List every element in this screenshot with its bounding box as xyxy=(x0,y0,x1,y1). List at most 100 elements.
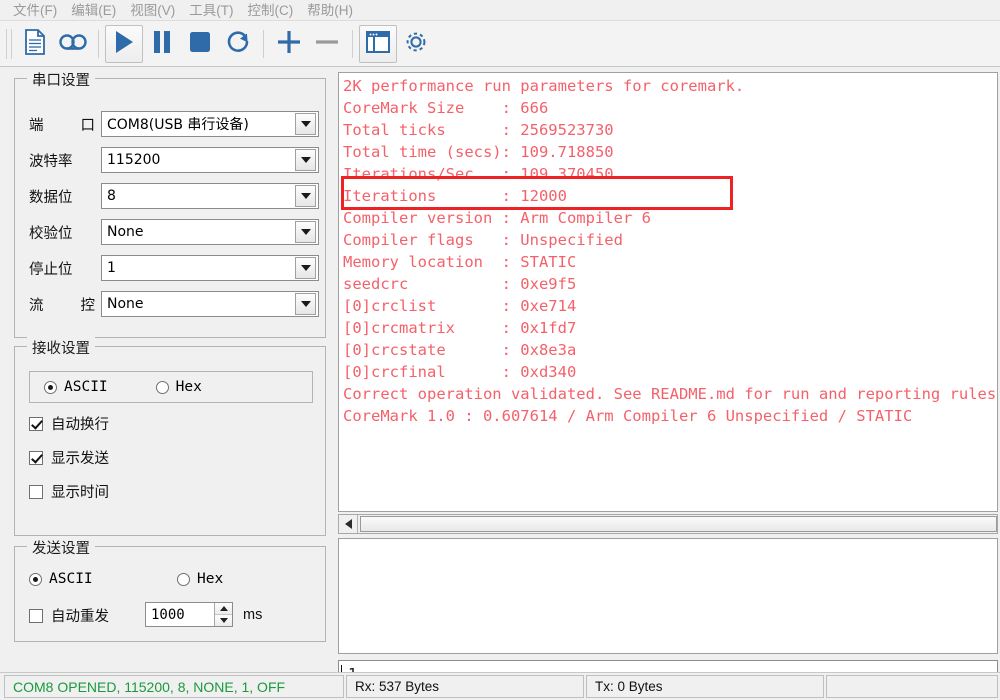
stopbits-chevron-down-icon[interactable] xyxy=(295,257,316,279)
terminal-panel: 2K performance run parameters for corema… xyxy=(336,68,1000,688)
menu-bar: 文件(F) 编辑(E) 视图(V) 工具(T) 控制(C) 帮助(H) xyxy=(0,0,1000,21)
show-send-checkbox[interactable]: 显示发送 xyxy=(29,447,109,468)
scroll-left-icon[interactable] xyxy=(339,515,358,533)
toolbar-separator-1 xyxy=(98,29,99,58)
port-chevron-down-icon[interactable] xyxy=(295,113,316,135)
terminal-output[interactable]: 2K performance run parameters for corema… xyxy=(338,72,998,512)
baud-label: 波特率 xyxy=(29,153,73,170)
pause-button[interactable] xyxy=(143,25,181,63)
toolbar-separator-2 xyxy=(263,29,264,58)
databits-value: 8 xyxy=(107,188,116,204)
send-ascii-label: ASCII xyxy=(49,571,93,587)
send-ascii-radio[interactable]: ASCII xyxy=(29,571,93,587)
status-tx-bytes: Tx: 0 Bytes xyxy=(586,675,824,698)
resend-interval-buttons[interactable] xyxy=(214,603,232,626)
pause-icon xyxy=(151,29,173,58)
settings-panel: 串口设置 端口 COM8(USB 串行设备) 波特率 115200 数据位 8 xyxy=(0,68,336,672)
stopbits-combo[interactable]: 1 xyxy=(101,255,319,281)
status-bar: COM8 OPENED, 115200, 8, NONE, 1, OFF Rx:… xyxy=(0,672,1000,700)
window-layout-icon xyxy=(365,30,391,57)
send-settings-group: 发送设置 ASCII Hex 自动重发 1000 ms xyxy=(14,537,326,642)
send-textarea[interactable] xyxy=(338,538,998,654)
parity-chevron-down-icon[interactable] xyxy=(295,221,316,243)
status-spacer xyxy=(826,675,998,698)
gear-icon xyxy=(402,28,430,59)
databits-label: 数据位 xyxy=(29,189,73,206)
flowcontrol-value: None xyxy=(107,296,144,312)
document-icon xyxy=(23,29,47,58)
port-label: 端口 xyxy=(29,117,95,134)
record-icon xyxy=(58,32,88,55)
port-value: COM8(USB 串行设备) xyxy=(107,117,249,133)
port-combo[interactable]: COM8(USB 串行设备) xyxy=(101,111,319,137)
receive-ascii-radio-dot xyxy=(44,380,57,394)
toolbar-separator-3 xyxy=(352,29,353,58)
databits-row: 数据位 8 xyxy=(29,183,319,209)
add-button[interactable] xyxy=(270,25,308,63)
remove-button xyxy=(308,25,346,63)
play-icon xyxy=(112,29,136,58)
show-time-checkbox[interactable]: 显示时间 xyxy=(29,481,109,502)
auto-resend-checkbox[interactable]: 自动重发 xyxy=(29,605,109,626)
plus-icon xyxy=(275,28,303,59)
port-row: 端口 COM8(USB 串行设备) xyxy=(29,111,319,137)
send-hex-label: Hex xyxy=(197,571,224,587)
show-send-label: 显示发送 xyxy=(51,451,109,467)
settings-button[interactable] xyxy=(397,25,435,63)
show-time-check-icon xyxy=(29,484,43,499)
document-button[interactable] xyxy=(16,25,54,63)
refresh-button[interactable] xyxy=(219,25,257,63)
databits-combo[interactable]: 8 xyxy=(101,183,319,209)
baud-value: 115200 xyxy=(107,152,161,168)
menu-edit[interactable]: 编辑(E) xyxy=(64,0,123,21)
receive-hex-radio[interactable]: Hex xyxy=(155,379,202,395)
menu-control[interactable]: 控制(C) xyxy=(241,0,301,21)
receive-ascii-radio[interactable]: ASCII xyxy=(44,379,108,395)
databits-chevron-down-icon[interactable] xyxy=(295,185,316,207)
play-button[interactable] xyxy=(105,24,143,63)
menu-view[interactable]: 视图(V) xyxy=(123,0,182,21)
parity-combo[interactable]: None xyxy=(101,219,319,245)
main-area: 串口设置 端口 COM8(USB 串行设备) 波特率 115200 数据位 8 xyxy=(0,68,1000,688)
flowcontrol-combo[interactable]: None xyxy=(101,291,319,317)
stop-icon xyxy=(188,29,212,58)
menu-file[interactable]: 文件(F) xyxy=(6,0,64,21)
serial-settings-group: 串口设置 端口 COM8(USB 串行设备) 波特率 115200 数据位 8 xyxy=(14,69,326,338)
stepper-up-icon[interactable] xyxy=(215,603,232,614)
record-button[interactable] xyxy=(54,25,92,63)
resend-interval-stepper[interactable]: 1000 xyxy=(145,602,233,627)
auto-wrap-checkbox[interactable]: 自动换行 xyxy=(29,413,109,434)
scrollbar-thumb[interactable] xyxy=(360,516,997,532)
stop-button[interactable] xyxy=(181,25,219,63)
window-layout-button[interactable] xyxy=(359,24,397,63)
receive-hex-radio-dot xyxy=(155,380,169,394)
refresh-icon xyxy=(225,29,251,58)
auto-wrap-label: 自动换行 xyxy=(51,417,109,433)
menu-tools[interactable]: 工具(T) xyxy=(182,0,240,21)
stopbits-row: 停止位 1 xyxy=(29,255,319,281)
send-ascii-radio-dot xyxy=(29,572,42,586)
baud-row: 波特率 115200 xyxy=(29,147,319,173)
toolbar-grip[interactable] xyxy=(6,28,12,59)
stepper-down-icon[interactable] xyxy=(215,614,232,626)
status-rx-bytes: Rx: 537 Bytes xyxy=(346,675,584,698)
baud-combo[interactable]: 115200 xyxy=(101,147,319,173)
terminal-text: 2K performance run parameters for corema… xyxy=(343,77,997,425)
receive-mode-box: ASCII Hex xyxy=(29,371,313,403)
send-settings-title: 发送设置 xyxy=(27,537,95,558)
parity-label: 校验位 xyxy=(29,225,73,242)
flowcontrol-chevron-down-icon[interactable] xyxy=(295,293,316,315)
toolbar xyxy=(0,21,1000,67)
resend-interval-unit: ms xyxy=(243,607,263,623)
status-connection: COM8 OPENED, 115200, 8, NONE, 1, OFF xyxy=(4,675,344,698)
auto-wrap-check-icon xyxy=(29,416,43,431)
parity-row: 校验位 None xyxy=(29,219,319,245)
receive-ascii-label: ASCII xyxy=(64,379,108,395)
flowcontrol-label: 流控 xyxy=(29,297,95,314)
baud-chevron-down-icon[interactable] xyxy=(295,149,316,171)
menu-help[interactable]: 帮助(H) xyxy=(300,0,360,21)
terminal-horizontal-scrollbar[interactable] xyxy=(338,514,998,534)
serial-settings-title: 串口设置 xyxy=(27,69,95,90)
parity-value: None xyxy=(107,224,144,240)
send-hex-radio[interactable]: Hex xyxy=(177,571,223,587)
